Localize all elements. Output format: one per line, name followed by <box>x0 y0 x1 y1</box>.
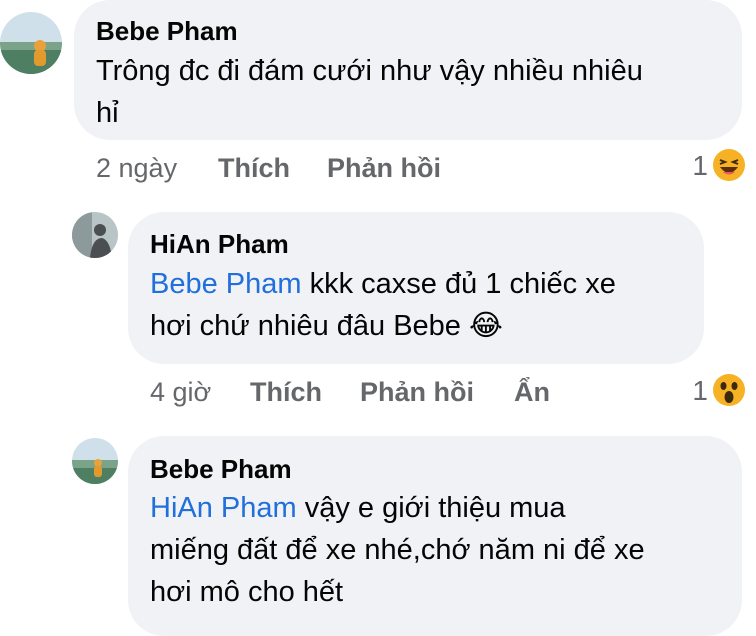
comment-author[interactable]: Bebe Pham <box>96 16 238 47</box>
comment-text-line: hơi chứ nhiêu đâu Bebe 😂 <box>150 310 503 342</box>
reaction-count: 1 <box>692 150 708 181</box>
comment-text-line: miếng đất để xe nhé,chớ năm ni để xe <box>150 534 645 566</box>
comment-text-line: HiAn Pham vậy e giới thiệu mua <box>150 492 566 524</box>
comment-text-line: Trông đc đi đám cưới như vậy nhiều nhiêu <box>96 55 643 87</box>
timestamp[interactable]: 2 ngày <box>96 153 177 184</box>
wow-emoji-icon <box>712 373 746 414</box>
comment-text-line: hỉ <box>96 97 119 129</box>
reaction-count: 1 <box>692 375 708 406</box>
comment-text-line: Bebe Pham kkk caxse đủ 1 chiếc xe <box>150 268 616 300</box>
avatar[interactable] <box>0 12 62 74</box>
mention-link[interactable]: Bebe Pham <box>150 268 302 300</box>
comment-author[interactable]: Bebe Pham <box>150 454 292 485</box>
comment-text: HiAn Pham vậy e giới thiệu mua miếng đất… <box>150 487 740 613</box>
comment-text: Bebe Pham kkk caxse đủ 1 chiếc xe hơi ch… <box>150 263 700 347</box>
reply-button[interactable]: Phản hồi <box>327 153 441 184</box>
timestamp[interactable]: 4 giờ <box>150 377 211 408</box>
comment-actions: 2 ngày Thích Phản hồi <box>96 153 556 187</box>
comment-text: Trông đc đi đám cưới như vậy nhiều nhiêu… <box>96 50 736 134</box>
comment-author[interactable]: HiAn Pham <box>150 229 289 260</box>
reaction-summary[interactable]: 1 <box>660 148 746 189</box>
comment-text-line: hơi mô cho hết <box>150 576 344 608</box>
comment-actions: 4 giờ Thích Phản hồi Ẩn <box>150 377 570 411</box>
reaction-summary[interactable]: 1 <box>660 373 746 414</box>
avatar[interactable] <box>72 212 118 258</box>
reply-button[interactable]: Phản hồi <box>360 377 474 408</box>
like-button[interactable]: Thích <box>218 153 290 184</box>
laughing-emoji-icon <box>712 148 746 189</box>
mention-link[interactable]: HiAn Pham <box>150 492 297 524</box>
like-button[interactable]: Thích <box>250 377 322 408</box>
hide-button[interactable]: Ẩn <box>514 377 550 408</box>
avatar[interactable] <box>72 438 118 484</box>
